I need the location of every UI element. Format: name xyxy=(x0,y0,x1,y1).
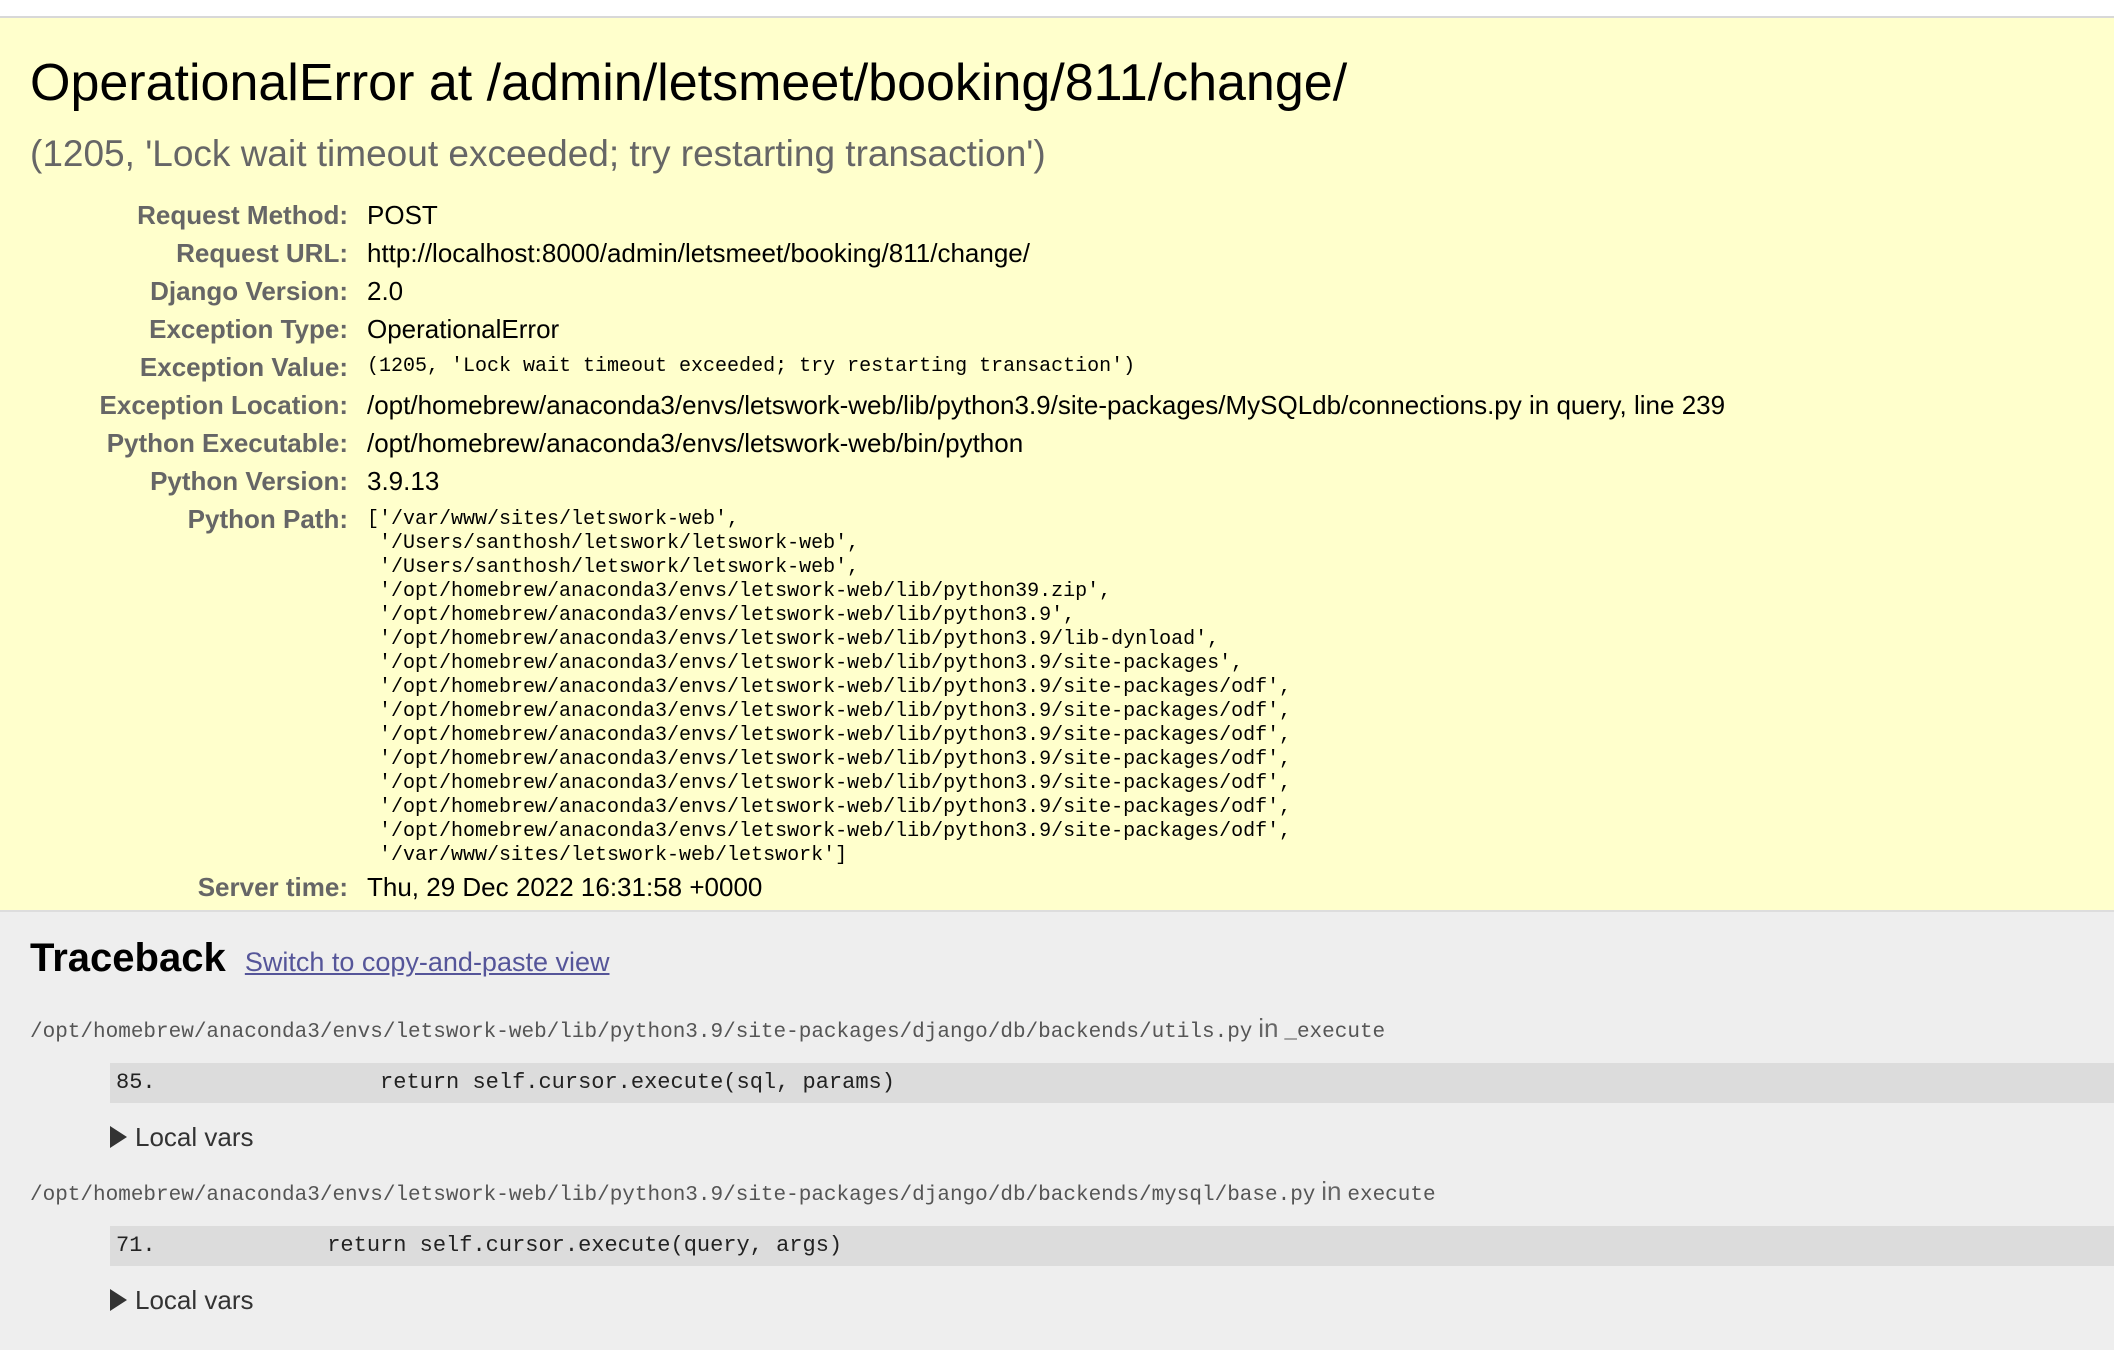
expand-triangle-icon xyxy=(110,1126,127,1148)
frame-code-line[interactable]: 85. return self.cursor.execute(sql, para… xyxy=(110,1063,2114,1103)
browser-top-edge xyxy=(0,0,2114,18)
frame-function: _execute xyxy=(1284,1021,1386,1044)
frame-function: execute xyxy=(1347,1184,1436,1207)
django-error-page: OperationalError at /admin/letsmeet/book… xyxy=(0,0,2114,1350)
meta-key: Python Path: xyxy=(187,504,348,534)
local-vars-toggle[interactable]: Local vars xyxy=(110,1280,2114,1320)
frame-header: /opt/homebrew/anaconda3/envs/letswork-we… xyxy=(30,1173,2114,1214)
exception-message: (1205, 'Lock wait timeout exceeded; try … xyxy=(30,133,1046,174)
meta-value: ['/var/www/sites/letswork-web', '/Users/… xyxy=(367,500,1725,868)
meta-key: Exception Location: xyxy=(99,390,348,420)
meta-value: POST xyxy=(367,200,438,230)
meta-value: Thu, 29 Dec 2022 16:31:58 +0000 xyxy=(367,872,763,902)
meta-row-server-time: Server time: Thu, 29 Dec 2022 16:31:58 +… xyxy=(30,868,1725,906)
traceback-title: Traceback xyxy=(30,936,226,980)
meta-row-exception-location: Exception Location: /opt/homebrew/anacon… xyxy=(30,386,1726,424)
page-title: OperationalError at /admin/letsmeet/book… xyxy=(30,54,1348,112)
frame-filename: /opt/homebrew/anaconda3/envs/letswork-we… xyxy=(30,1184,1316,1207)
meta-key: Exception Type: xyxy=(149,314,348,344)
meta-key: Python Executable: xyxy=(106,428,348,458)
frame-header: /opt/homebrew/anaconda3/envs/letswork-we… xyxy=(30,1010,2114,1051)
expand-triangle-icon xyxy=(110,1289,127,1311)
meta-value: OperationalError xyxy=(367,314,560,344)
meta-row-django-version: Django Version: 2.0 xyxy=(30,272,1725,310)
meta-row-exception-type: Exception Type: OperationalError xyxy=(30,310,1725,348)
request-meta-table: Request Method: POST Request URL: http:/… xyxy=(30,196,1726,906)
python-path-list: ['/var/www/sites/letswork-web', '/Users/… xyxy=(367,508,1292,867)
meta-value: /opt/homebrew/anaconda3/envs/letswork-we… xyxy=(367,428,1024,458)
frame-filename: /opt/homebrew/anaconda3/envs/letswork-we… xyxy=(30,1021,1253,1044)
copy-paste-view-link[interactable]: Switch to copy-and-paste view xyxy=(245,947,610,977)
traceback-frame: /opt/homebrew/anaconda3/envs/letswork-we… xyxy=(30,1173,2114,1320)
local-vars-toggle[interactable]: Local vars xyxy=(110,1117,2114,1157)
frame-code-line[interactable]: 71. return self.cursor.execute(query, ar… xyxy=(110,1226,2114,1266)
local-vars-label: Local vars xyxy=(135,1285,254,1315)
frame-in-word: in xyxy=(1321,1176,1342,1206)
meta-row-python-version: Python Version: 3.9.13 xyxy=(30,462,1725,500)
meta-key: Request Method: xyxy=(137,200,348,230)
meta-row-exception-value: Exception Value: (1205, 'Lock wait timeo… xyxy=(30,348,1725,386)
meta-key: Python Version: xyxy=(150,466,348,496)
meta-value: http://localhost:8000/admin/letsmeet/boo… xyxy=(367,238,1030,268)
meta-row-request-method: Request Method: POST xyxy=(30,196,1725,234)
error-summary: OperationalError at /admin/letsmeet/book… xyxy=(0,18,2114,912)
meta-row-python-path: Python Path: ['/var/www/sites/letswork-w… xyxy=(30,500,1725,868)
meta-key: Django Version: xyxy=(150,276,348,306)
meta-value: 3.9.13 xyxy=(367,466,440,496)
meta-key: Server time: xyxy=(197,872,348,902)
meta-key: Request URL: xyxy=(176,238,348,268)
meta-row-request-url: Request URL: http://localhost:8000/admin… xyxy=(30,234,1725,272)
meta-value: (1205, 'Lock wait timeout exceeded; try … xyxy=(367,355,1136,378)
traceback-section: Traceback Switch to copy-and-paste view … xyxy=(0,912,2114,1320)
frame-in-word: in xyxy=(1258,1013,1279,1043)
traceback-heading: Traceback Switch to copy-and-paste view xyxy=(30,912,2114,994)
local-vars-label: Local vars xyxy=(135,1122,254,1152)
meta-value: /opt/homebrew/anaconda3/envs/letswork-we… xyxy=(367,390,1726,420)
meta-value: 2.0 xyxy=(367,276,404,306)
meta-row-python-executable: Python Executable: /opt/homebrew/anacond… xyxy=(30,424,1725,462)
meta-key: Exception Value: xyxy=(139,352,348,382)
traceback-frame: /opt/homebrew/anaconda3/envs/letswork-we… xyxy=(30,1010,2114,1157)
